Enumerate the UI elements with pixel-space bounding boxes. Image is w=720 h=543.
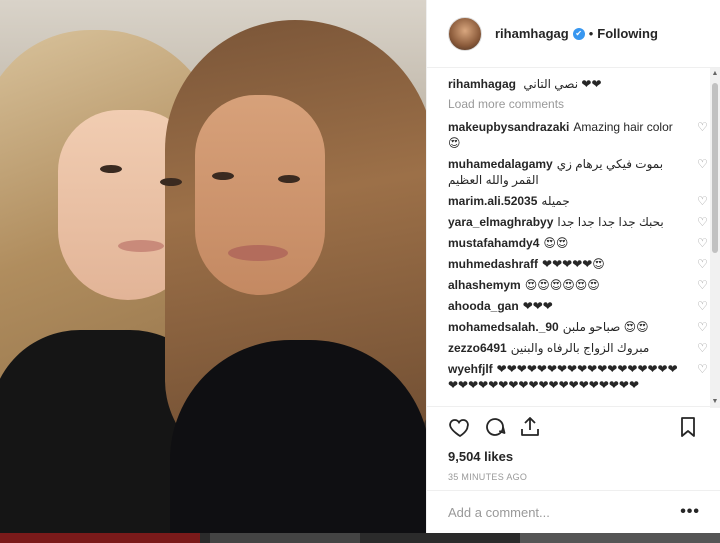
post-side-panel: rihamhagag ✔ • Following rihamhagag نصي … — [426, 0, 720, 533]
comment-text: 😍😍😍😍😍😍 — [524, 278, 600, 292]
photo-face-right — [195, 95, 325, 295]
comment-item: muhamedalagamy بموت فيكي يرهام زي القمر و… — [448, 156, 713, 188]
photo-eye — [212, 172, 234, 180]
bottom-strip — [0, 533, 720, 543]
comment-text: جميله — [541, 194, 570, 208]
comment-item: muhmedashraff ❤❤❤❤❤😍 ♡ — [448, 256, 713, 272]
comment-container: makeupbysandrazaki Amazing hair color😍 ♡ mu… — [448, 119, 713, 393]
photo-lips — [228, 245, 288, 261]
comment-item: makeupbysandrazaki Amazing hair color😍 ♡ — [448, 119, 713, 151]
likes-count[interactable]: 9,504 likes — [448, 449, 700, 464]
verified-badge-icon: ✔ — [572, 27, 585, 40]
scrollbar-thumb[interactable] — [712, 83, 718, 253]
comment-like-heart-icon[interactable]: ♡ — [697, 363, 709, 375]
comment-username[interactable]: makeupbysandrazaki — [448, 120, 569, 134]
comments-scrollbar[interactable]: ▲ ▼ — [710, 68, 720, 408]
add-comment-input[interactable]: Add a comment... — [448, 505, 680, 520]
following-button[interactable]: Following — [597, 26, 658, 41]
caption-text: نصي التاني ❤❤ — [523, 77, 602, 91]
caption: rihamhagag نصي التاني ❤❤ — [448, 76, 713, 92]
header-separator: • — [588, 26, 594, 41]
strip-block — [0, 533, 200, 543]
comment-username[interactable]: alhashemym — [448, 278, 521, 292]
comment-username[interactable]: mustafahamdy4 — [448, 236, 539, 250]
comment-username[interactable]: muhmedashraff — [448, 257, 538, 271]
comment-username[interactable]: ahooda_gan — [448, 299, 519, 313]
comment-like-heart-icon[interactable]: ♡ — [697, 300, 709, 312]
comment-item: mohamedsalah._90 صباحو ملبن 😍😍 ♡ — [448, 319, 713, 335]
comment-item: mustafahamdy4 😍😍 ♡ — [448, 235, 713, 251]
more-options-icon[interactable]: ••• — [680, 503, 700, 521]
photo-lips — [118, 240, 164, 252]
caption-username[interactable]: rihamhagag — [448, 77, 516, 91]
strip-block — [520, 533, 720, 543]
like-heart-icon[interactable] — [448, 415, 472, 439]
action-icons-row — [448, 407, 700, 447]
comment-like-heart-icon[interactable]: ♡ — [697, 121, 709, 133]
comment-item: alhashemym 😍😍😍😍😍😍 ♡ — [448, 277, 713, 293]
post-timestamp[interactable]: 35 MINUTES AGO — [448, 472, 700, 482]
comment-like-heart-icon[interactable]: ♡ — [697, 321, 709, 333]
scroll-down-arrow-icon[interactable]: ▼ — [711, 398, 719, 406]
comment-like-heart-icon[interactable]: ♡ — [697, 216, 709, 228]
comment-like-heart-icon[interactable]: ♡ — [697, 342, 709, 354]
comment-like-heart-icon[interactable]: ♡ — [697, 258, 709, 270]
comment-item: wyehfjlf ❤❤❤❤❤❤❤❤❤❤❤❤❤❤❤❤❤❤❤❤❤❤❤❤❤❤❤❤❤❤❤❤… — [448, 361, 713, 393]
comment-item: yara_elmaghrabyy بحبك جدا جدا جدا جدا ♡ — [448, 214, 713, 230]
comment-item: zezzo6491 مبروك الزواج بالرفاه والبنين ♡ — [448, 340, 713, 356]
avatar[interactable] — [448, 16, 482, 51]
comment-text: بحبك جدا جدا جدا جدا — [557, 215, 664, 229]
comment-like-heart-icon[interactable]: ♡ — [697, 279, 709, 291]
strip-block — [210, 533, 360, 543]
header-username[interactable]: rihamhagag — [495, 26, 569, 41]
comment-text: 😍😍 — [543, 236, 569, 250]
add-comment-bar: Add a comment... ••• — [427, 490, 720, 533]
comment-bubble-icon[interactable] — [483, 415, 507, 439]
load-more-comments-link[interactable]: Load more comments — [448, 97, 713, 111]
post-photo[interactable] — [0, 0, 426, 533]
comment-text: ❤❤❤❤❤😍 — [542, 257, 605, 271]
comment-item: ahooda_gan ❤❤❤ ♡ — [448, 298, 713, 314]
comment-username[interactable]: muhamedalagamy — [448, 157, 553, 171]
comment-text: ❤❤❤ — [522, 299, 553, 313]
comment-item: marim.ali.52035 جميله ♡ — [448, 193, 713, 209]
photo-eye — [100, 165, 122, 173]
comments-list: rihamhagag نصي التاني ❤❤ Load more comme… — [448, 76, 713, 406]
comment-like-heart-icon[interactable]: ♡ — [697, 195, 709, 207]
bookmark-icon[interactable] — [676, 415, 700, 439]
post-actions: 9,504 likes 35 MINUTES AGO — [427, 406, 720, 482]
photo-eye — [160, 178, 182, 186]
comment-username[interactable]: marim.ali.52035 — [448, 194, 537, 208]
photo-eye — [278, 175, 300, 183]
comment-like-heart-icon[interactable]: ♡ — [697, 237, 709, 249]
comment-text: صباحو ملبن 😍😍 — [562, 320, 649, 334]
post-header: rihamhagag ✔ • Following — [427, 0, 720, 68]
comment-like-heart-icon[interactable]: ♡ — [697, 158, 709, 170]
scroll-up-arrow-icon[interactable]: ▲ — [711, 70, 719, 78]
comment-text: مبروك الزواج بالرفاه والبنين — [510, 341, 650, 355]
instagram-post-view: rihamhagag ✔ • Following rihamhagag نصي … — [0, 0, 720, 543]
comment-username[interactable]: wyehfjlf — [448, 362, 493, 376]
share-icon[interactable] — [518, 415, 542, 439]
comment-username[interactable]: zezzo6491 — [448, 341, 507, 355]
comment-username[interactable]: mohamedsalah._90 — [448, 320, 559, 334]
comment-username[interactable]: yara_elmaghrabyy — [448, 215, 553, 229]
